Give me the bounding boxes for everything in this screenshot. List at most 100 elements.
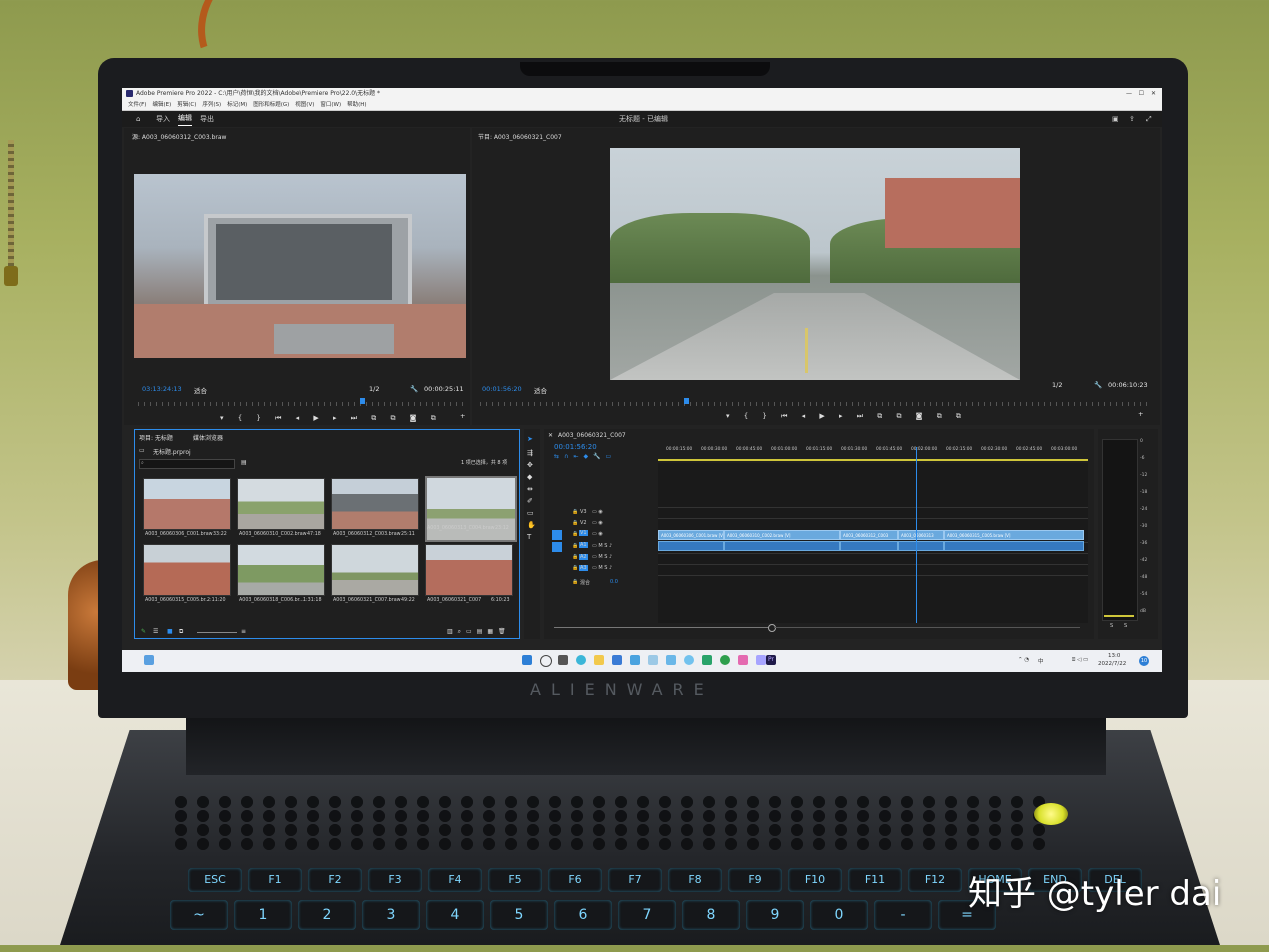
notification-badge[interactable]: 10 [1139,656,1149,666]
track-area[interactable]: A003_06060306_C001.braw [V] A003_0606031… [658,447,1088,623]
tray-icons[interactable]: ⌃ ◔ [1018,657,1029,663]
freeform-view-icon[interactable]: ⧉ [179,628,183,636]
track-label-a3[interactable]: A3 [579,565,588,571]
network-sound-icons[interactable]: ⌸ ◁ ▭ [1072,657,1088,664]
program-timecode[interactable]: 00:01:56:20 [482,385,522,393]
menu-item[interactable]: 标记(M) [227,102,247,108]
file-explorer-icon[interactable] [594,655,604,665]
source-monitor-tab[interactable]: 源: A003_06060312_C003.braw [132,132,226,141]
mix-value[interactable]: 0.0 [610,579,618,585]
program-monitor-tab[interactable]: 节目: A003_06060321_C007 [478,132,562,141]
project-item-thumb[interactable] [331,478,419,530]
timeline-clip[interactable]: A003_06060306_C001.braw [V] [658,530,724,540]
program-transport-controls[interactable]: ▾ { } ⏮ ◂ ▶ ▸ ⏭ ⧉ ⧉ ◙ ⧉ ⧉ [726,412,967,421]
media-browser-tab[interactable]: 媒体浏览器 [193,433,223,442]
track-label-v2[interactable]: V2 [580,520,587,526]
program-resolution-select[interactable]: 1/2 [1052,381,1062,389]
lock-icon[interactable]: 🔒 [572,543,578,549]
source-patch-a1[interactable] [552,542,562,552]
menu-item[interactable]: 序列(S) [202,102,221,108]
app-icon[interactable] [684,655,694,665]
widgets-icon[interactable] [144,655,154,665]
track-label-v1[interactable]: V1 [579,530,588,536]
source-fit-select[interactable]: 适合 [194,385,207,395]
timeline-scrollbar-track[interactable] [774,627,1080,628]
app-icon[interactable] [666,655,676,665]
lock-icon[interactable]: 🔒 [572,554,578,560]
timeline-ruler[interactable]: 00:00:15:00 00:00:30:00 00:00:45:00 00:01:0… [658,445,1088,459]
ime-indicator[interactable]: 中 [1038,657,1044,665]
lock-icon[interactable]: 🔒 [572,565,578,571]
app-icon[interactable] [702,655,712,665]
project-bottom-tools[interactable]: ▥⌕▭▤▦🗑 [447,628,511,636]
audio-track-controls[interactable]: ▭ M S ♪ [592,565,612,571]
track-label-a1[interactable]: A1 [579,542,588,548]
project-tab[interactable]: 项目: 无标题 [139,433,173,442]
close-icon[interactable]: ✕ [548,432,553,439]
maximize-icon[interactable]: ☐ [1139,88,1144,100]
workspace-tab-edit[interactable]: 编辑 [178,111,192,126]
workspace-tab-import[interactable]: 导入 [156,111,170,127]
timeline-clip[interactable]: A003_06060312_C003 [840,530,898,540]
wrench-icon[interactable]: 🔧 [410,385,418,393]
project-item-thumb[interactable] [425,544,513,596]
bin-icon[interactable]: ▤ [241,459,247,466]
audio-track-controls[interactable]: ▭ M S ♪ [592,543,612,549]
source-resolution-select[interactable]: 1/2 [369,385,379,393]
program-playhead[interactable] [684,398,689,404]
wechat-icon[interactable] [720,655,730,665]
project-item-thumb[interactable] [237,478,325,530]
lock-icon[interactable]: 🔒 [572,579,578,585]
audio-track-controls[interactable]: ▭ M S ♪ [592,554,612,560]
list-view-icon[interactable]: ☰ [153,628,158,635]
workspace-icon[interactable]: ▣ [1112,111,1119,127]
timeline-clip[interactable]: A003_06060313 [898,530,944,540]
lock-icon[interactable]: 🔒 [572,520,578,526]
edge-icon[interactable] [576,655,586,665]
scroll-handle[interactable] [768,624,776,632]
project-item-thumb[interactable] [143,544,231,596]
share-icon[interactable]: ⇪ [1129,111,1135,127]
source-timecode[interactable]: 03:13:24:13 [142,385,182,393]
wrench-icon[interactable]: 🔧 [1094,381,1102,389]
track-controls[interactable]: ▭ ◉ [592,531,603,537]
app-icon[interactable] [738,655,748,665]
timeline-scrollbar[interactable] [554,627,768,628]
project-item-thumb-selected[interactable] [425,476,517,542]
close-icon[interactable]: ✕ [1151,88,1156,100]
icon-view-icon[interactable]: ■ [167,628,173,635]
minimize-icon[interactable]: — [1126,88,1132,100]
fullscreen-icon[interactable]: ⤢ [1146,111,1152,127]
premiere-taskbar-icon[interactable]: Pr [766,655,776,665]
clock-time[interactable]: 13:0 [1108,653,1120,659]
sort-icon[interactable]: ≡ [241,628,246,635]
workspace-tab-export[interactable]: 导出 [200,111,214,127]
program-scrub-bar[interactable] [480,402,1150,406]
source-add-button[interactable]: + [460,412,465,420]
task-view-icon[interactable] [558,655,568,665]
menu-item[interactable]: 编辑(E) [152,102,171,108]
timeline-playhead[interactable] [916,447,917,623]
source-scrub-bar[interactable] [138,402,464,406]
menu-item[interactable]: 文件(F) [128,102,146,108]
edit-tools-icons[interactable]: ⇶ ✥ ◆ ⇹ ✐ ▭ ✋ T [527,447,536,543]
track-controls[interactable]: ▭ ◉ [592,509,603,515]
lock-icon[interactable]: 🔒 [572,509,578,515]
audio-clip[interactable] [840,541,898,551]
audio-clip[interactable] [658,541,724,551]
store-icon[interactable] [612,655,622,665]
track-label-a2[interactable]: A2 [579,554,588,560]
app-icon[interactable] [630,655,640,665]
track-controls[interactable]: ▭ ◉ [592,520,603,526]
timeline-clip[interactable]: A003_06060315_C005.braw [V] [944,530,1084,540]
home-icon[interactable]: ⌂ [136,111,140,127]
work-area-bar[interactable] [658,459,1088,461]
source-transport-controls[interactable]: ▾ { } ⏮ ◂ ▶ ▸ ⏭ ⧉ ⧉ ◙ ⧉ [220,414,442,423]
timeline-timecode[interactable]: 00:01:56:20 [554,443,597,451]
menu-item[interactable]: 窗口(W) [320,102,341,108]
project-search-input[interactable]: ⌕ [139,459,235,469]
zoom-slider[interactable] [197,632,237,633]
project-item-thumb[interactable] [143,478,231,530]
pencil-icon[interactable]: ✎ [141,628,146,635]
clock-date[interactable]: 2022/7/22 [1098,661,1126,667]
